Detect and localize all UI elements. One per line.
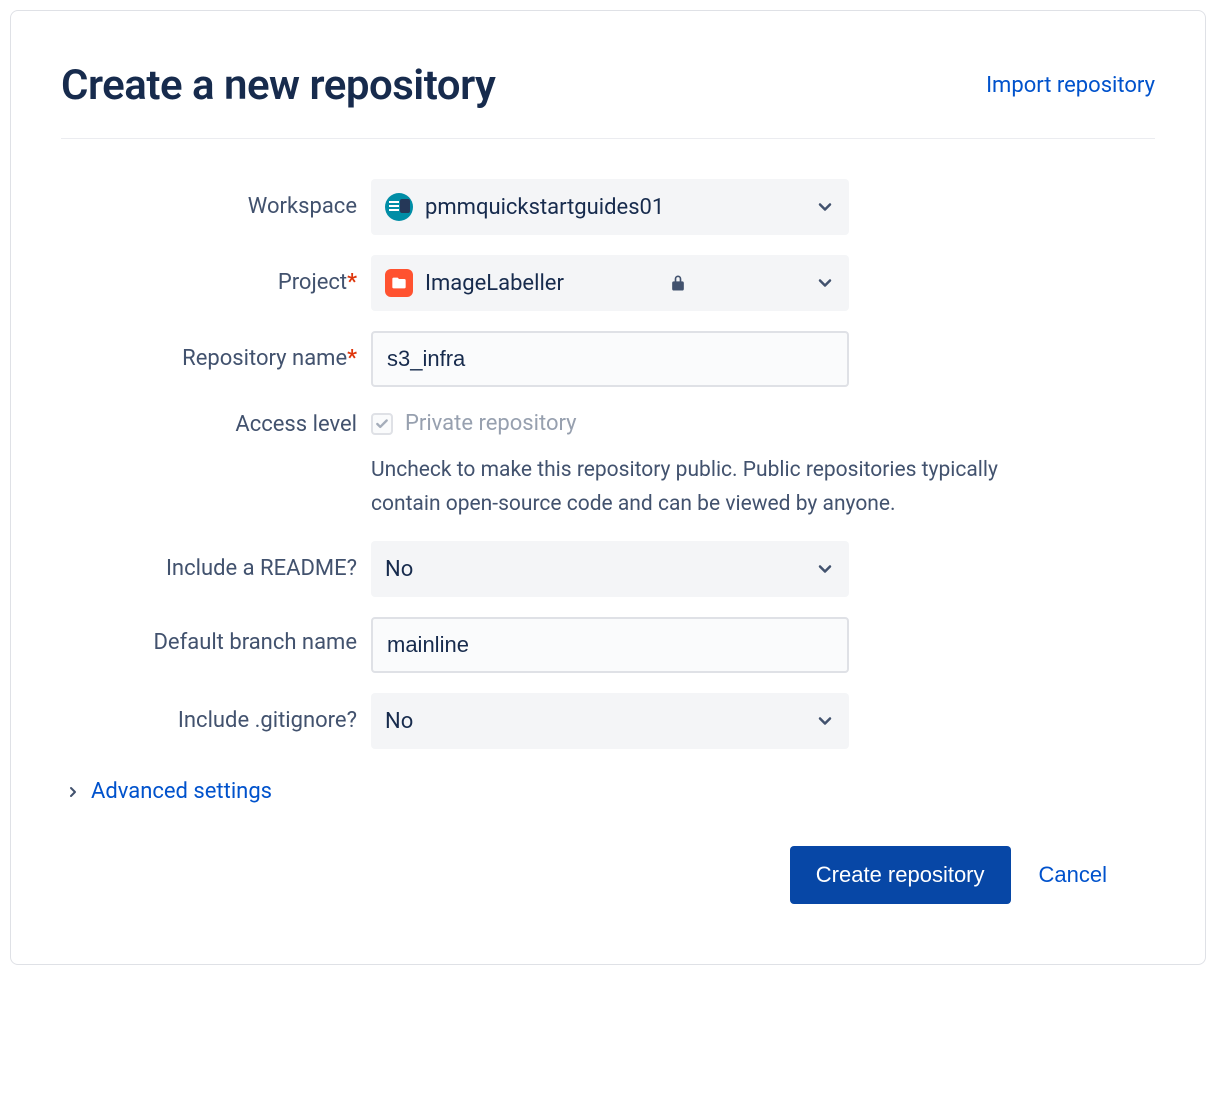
readme-label: Include a README?: [61, 555, 371, 584]
repo-name-label: Repository name*: [61, 345, 371, 374]
import-repository-link[interactable]: Import repository: [986, 73, 1155, 98]
gitignore-value: No: [385, 709, 413, 734]
lock-icon: [668, 273, 688, 293]
workspace-row: Workspace pmmquickstartguides01: [61, 179, 1155, 235]
readme-select[interactable]: No: [371, 541, 849, 597]
project-select[interactable]: ImageLabeller: [371, 255, 849, 311]
advanced-settings-label: Advanced settings: [91, 779, 272, 804]
page-title: Create a new repository: [61, 61, 495, 110]
panel-header: Create a new repository Import repositor…: [61, 61, 1155, 139]
private-repo-checkbox[interactable]: [371, 413, 393, 435]
workspace-value: pmmquickstartguides01: [425, 195, 664, 220]
project-label: Project*: [61, 269, 371, 298]
access-level-label: Access level: [61, 407, 371, 440]
private-repo-label: Private repository: [405, 411, 577, 436]
project-value: ImageLabeller: [425, 271, 564, 296]
create-repository-panel: Create a new repository Import repositor…: [10, 10, 1206, 965]
workspace-select[interactable]: pmmquickstartguides01: [371, 179, 849, 235]
readme-value: No: [385, 557, 413, 582]
chevron-down-icon: [815, 273, 835, 293]
chevron-down-icon: [815, 559, 835, 579]
branch-row: Default branch name: [61, 617, 1155, 673]
project-row: Project* ImageLabeller: [61, 255, 1155, 311]
create-repository-button[interactable]: Create repository: [790, 846, 1011, 904]
repository-name-input[interactable]: [371, 331, 849, 387]
gitignore-label: Include .gitignore?: [61, 707, 371, 736]
gitignore-row: Include .gitignore? No: [61, 693, 1155, 749]
readme-row: Include a README? No: [61, 541, 1155, 597]
gitignore-select[interactable]: No: [371, 693, 849, 749]
form-actions: Create repository Cancel: [61, 846, 1155, 904]
access-level-row: Access level Private repository Uncheck …: [61, 407, 1155, 521]
repo-name-row: Repository name*: [61, 331, 1155, 387]
workspace-icon: [385, 193, 413, 221]
workspace-label: Workspace: [61, 193, 371, 222]
access-helper-text: Uncheck to make this repository public. …: [371, 454, 1011, 521]
default-branch-input[interactable]: [371, 617, 849, 673]
chevron-down-icon: [815, 197, 835, 217]
project-folder-icon: [385, 269, 413, 297]
advanced-settings-toggle[interactable]: Advanced settings: [61, 779, 1155, 804]
branch-label: Default branch name: [61, 617, 371, 658]
chevron-down-icon: [815, 711, 835, 731]
chevron-right-icon: [65, 784, 81, 800]
cancel-button[interactable]: Cancel: [1039, 862, 1107, 888]
